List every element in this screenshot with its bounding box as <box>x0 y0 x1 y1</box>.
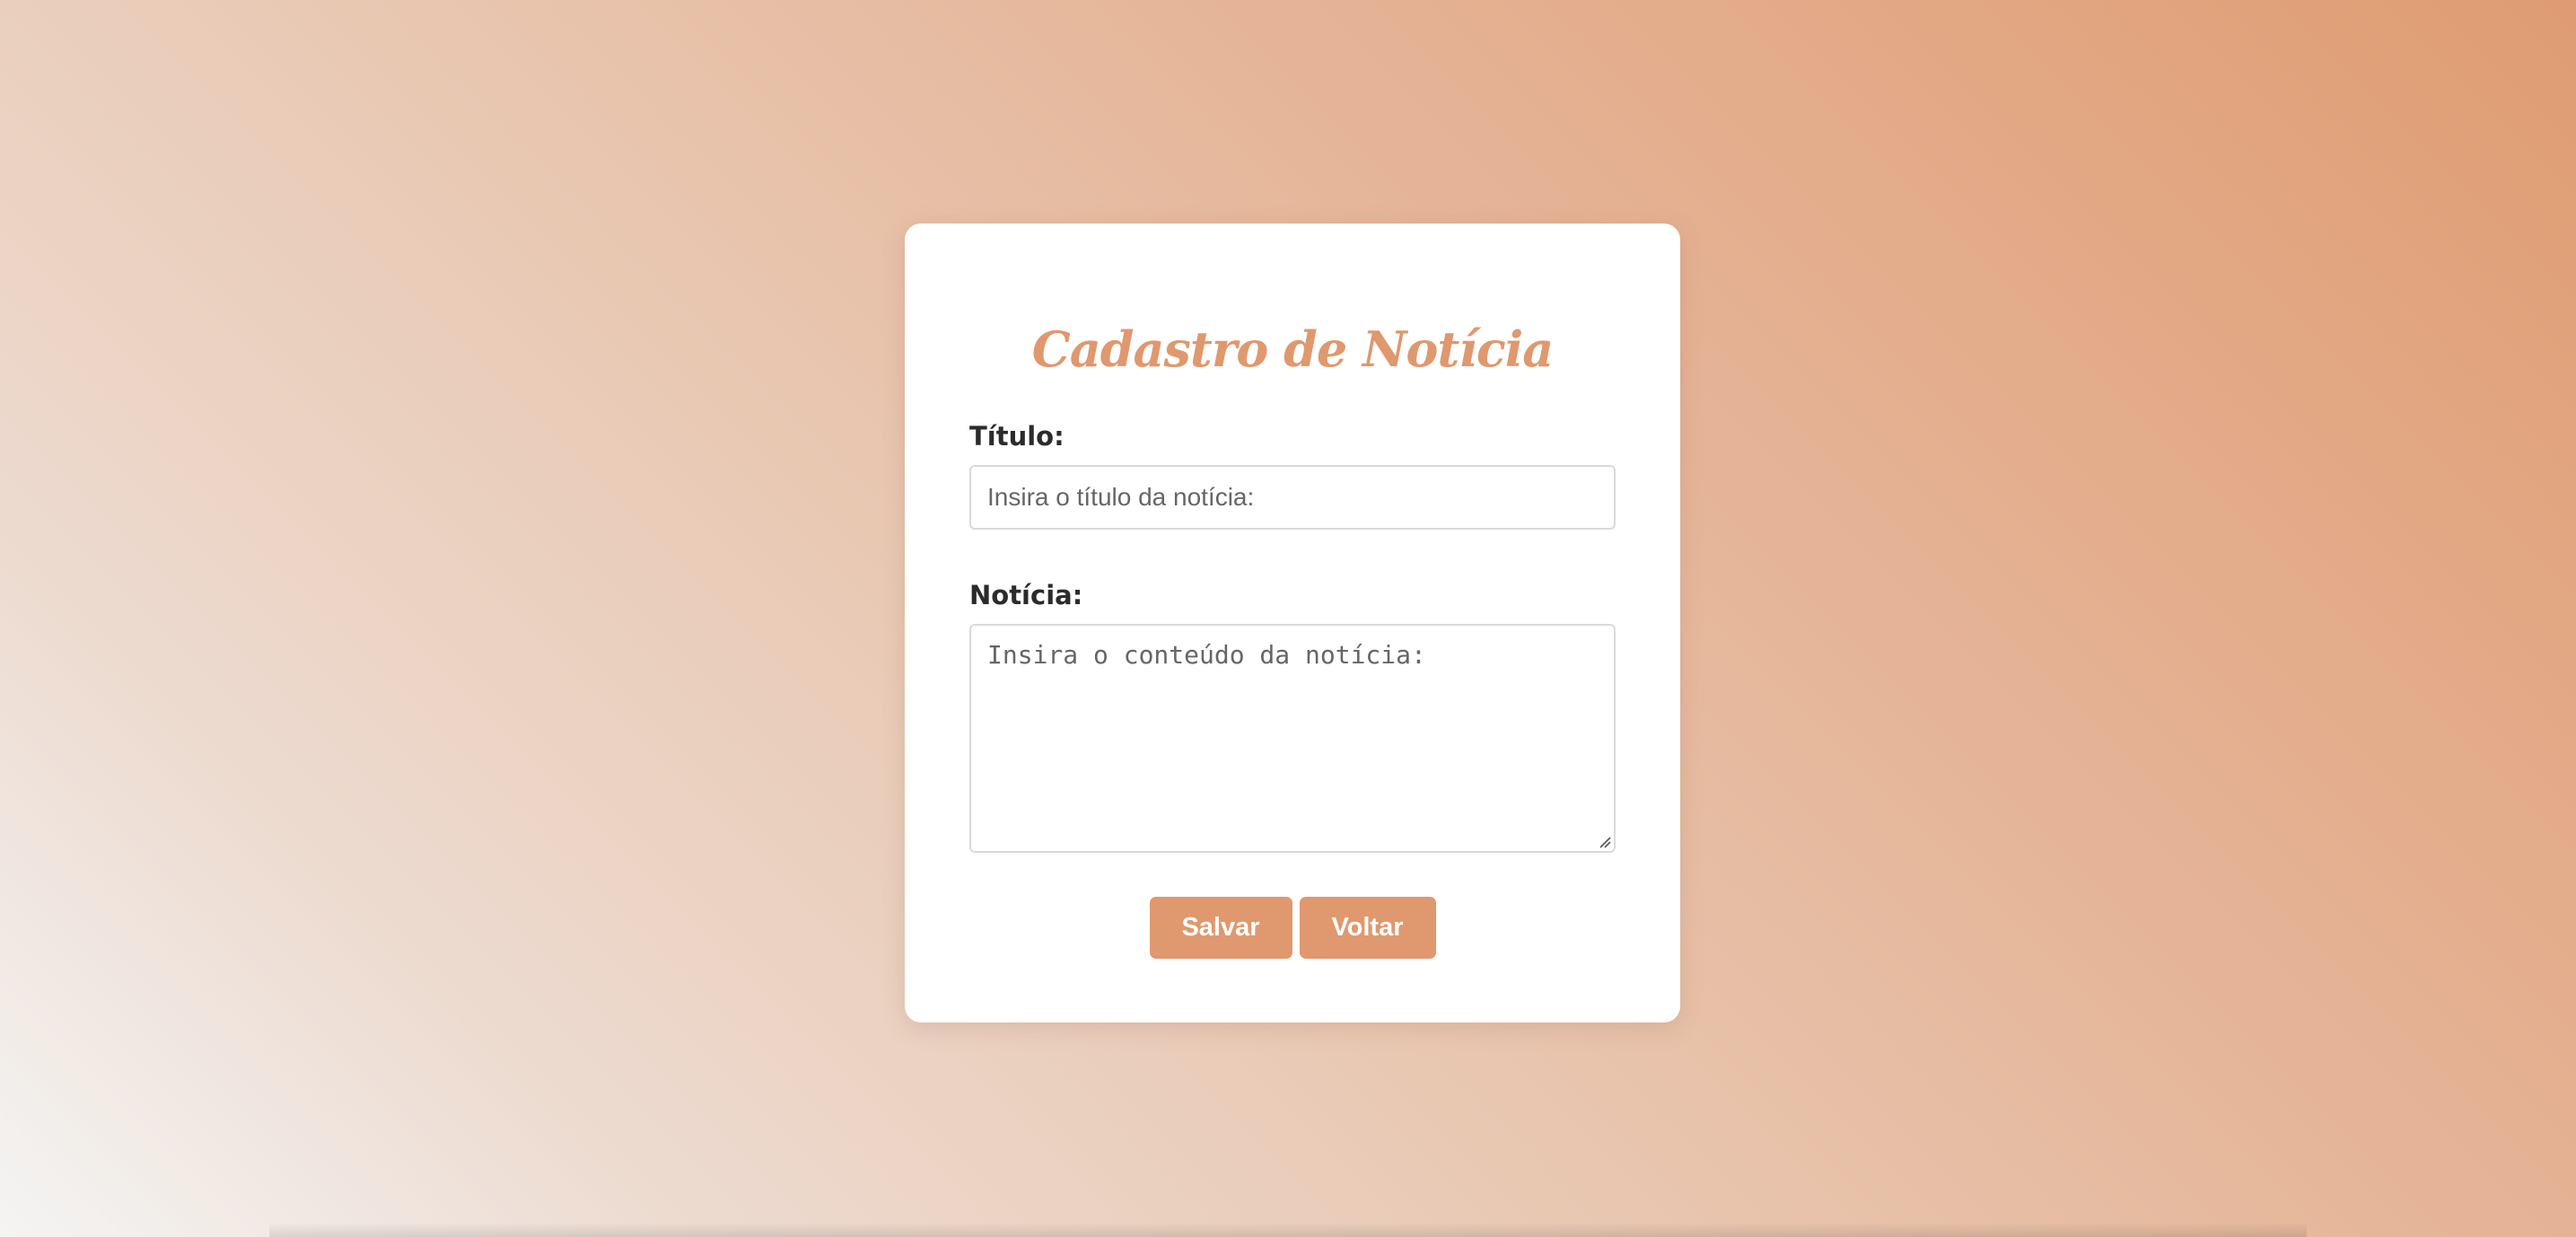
noticia-textarea[interactable]: Insira o conteúdo da notícia: <box>969 624 1616 853</box>
page-bottom-shadow <box>269 1223 2307 1237</box>
titulo-input[interactable]: Insira o título da notícia: <box>969 465 1616 530</box>
save-button[interactable]: Salvar <box>1149 897 1292 959</box>
form-title: Cadastro de Notícia <box>1031 320 1554 378</box>
resize-handle-icon[interactable] <box>1597 834 1611 848</box>
noticia-placeholder: Insira o conteúdo da notícia: <box>987 640 1426 670</box>
titulo-placeholder: Insira o título da notícia: <box>987 483 1255 511</box>
back-button[interactable]: Voltar <box>1299 897 1436 959</box>
news-form-card: Cadastro de Notícia Título: Insira o tít… <box>905 224 1680 1022</box>
form-actions: Salvar Voltar <box>905 897 1680 959</box>
noticia-label: Notícia: <box>969 580 1083 610</box>
titulo-label: Título: <box>969 421 1065 452</box>
